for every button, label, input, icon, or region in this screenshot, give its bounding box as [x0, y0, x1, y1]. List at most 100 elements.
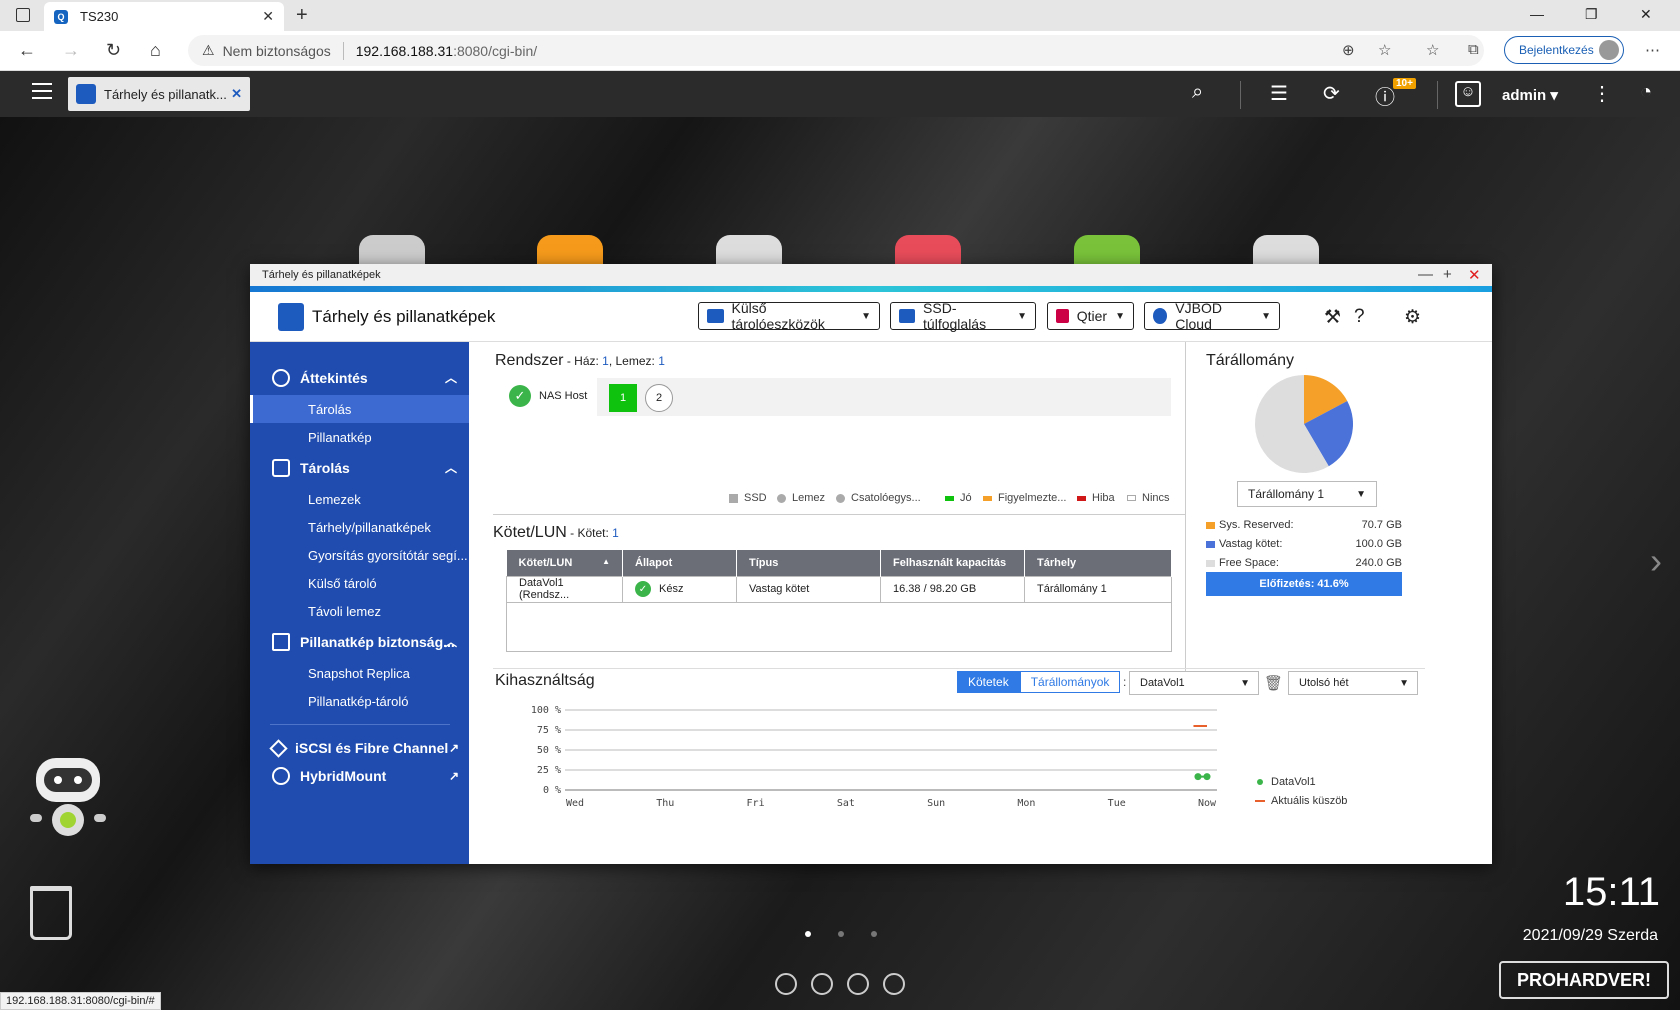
diagnostics-icon[interactable]: ⚒ — [1324, 306, 1341, 329]
sidebar-item-snapshot-replica[interactable]: Snapshot Replica — [250, 659, 469, 687]
tab-actions-icon[interactable] — [16, 8, 30, 22]
vjbod-button[interactable]: VJBOD Cloud ▼ — [1144, 300, 1280, 332]
col-volume[interactable]: Kötet/LUN ▲ — [506, 550, 623, 576]
qtier-button[interactable]: Qtier ▼ — [1047, 302, 1134, 330]
dock-icon-2[interactable] — [811, 973, 833, 995]
sidebar-item-disks[interactable]: Lemezek — [250, 485, 469, 513]
col-status[interactable]: Állapot — [622, 550, 737, 576]
search-icon[interactable]: ⌕ — [1192, 81, 1203, 104]
x-tick-label: Mon — [1017, 798, 1035, 809]
col-pool[interactable]: Tárhely — [1024, 550, 1172, 576]
chevron-up-icon: ︿ — [444, 371, 457, 385]
more-icon[interactable]: ⋯ — [1645, 41, 1660, 59]
sidebar-group-snapshot-backup[interactable]: Pillanatkép biztonság... ︿ — [250, 626, 469, 658]
settings-gear-icon[interactable]: ⚙ — [1404, 306, 1421, 329]
helpdesk-robot-icon[interactable] — [30, 756, 106, 846]
disk-slot-1[interactable]: 1 — [609, 384, 637, 412]
usage-chart: 100 % 75 % 50 % 25 % 0 % Wed Thu Fri Sat Sun Mon T… — [531, 705, 1217, 809]
volume-select[interactable]: DataVol1 ▼ — [1129, 671, 1259, 695]
ssd-icon — [899, 309, 916, 323]
dock-icon-1[interactable] — [775, 973, 797, 995]
dashboard-icon[interactable]: ◔ — [1640, 81, 1652, 104]
new-tab-icon[interactable]: + — [296, 4, 308, 27]
home-icon[interactable]: ⌂ — [150, 40, 161, 61]
col-type[interactable]: Típus — [736, 550, 881, 576]
disk-slot-2[interactable]: 2 — [645, 384, 673, 412]
sidebar-item-snapshot-overview[interactable]: Pillanatkép — [250, 423, 469, 451]
sidebar-item-cache[interactable]: Gyorsítás gyorsítótár segí... — [250, 541, 469, 569]
cell-type: Vastag kötet — [736, 575, 881, 603]
close-tab-icon[interactable]: ✕ — [262, 8, 274, 25]
tab-volumes[interactable]: Kötetek — [957, 671, 1020, 693]
pool-row-free: Free Space: 240.0 GB — [1206, 557, 1402, 569]
group-label: Tárolás — [300, 460, 350, 476]
sidebar-item-snapshot-vault[interactable]: Pillanatkép-tároló — [250, 687, 469, 715]
table-row[interactable]: DataVol1 (Rendsz... ✓ Kész Vastag kötet 1… — [506, 575, 1172, 603]
sidebar-item-remote-disk[interactable]: Távoli lemez — [250, 597, 469, 625]
data-point[interactable] — [1194, 773, 1202, 781]
provision-bar: Előfizetés: 41.6% — [1206, 572, 1402, 596]
item-label: Pillanatkép — [308, 429, 372, 445]
menu-icon[interactable] — [32, 83, 52, 104]
app-tab[interactable]: Tárhely és pillanatk... ✕ — [68, 77, 250, 111]
external-storage-button[interactable]: Külső tárolóeszközök ▼ — [698, 300, 880, 332]
dock-icon-3[interactable] — [847, 973, 869, 995]
nas-host[interactable]: ✓ NAS Host — [509, 385, 587, 407]
browser-tab[interactable]: Q TS230 ✕ — [44, 2, 284, 31]
sidebar-item-external[interactable]: Külső tároló — [250, 569, 469, 597]
minimize-icon[interactable]: — — [1530, 6, 1544, 22]
legend-warning: Figyelmezte... — [983, 492, 1066, 504]
dock-icon-4[interactable] — [883, 973, 905, 995]
forward-icon[interactable]: → — [62, 40, 80, 61]
tab-pools[interactable]: Tárállományok — [1019, 671, 1121, 693]
window-title: Tárhely és pillanatképek — [262, 269, 381, 281]
help-icon[interactable]: ? — [1354, 306, 1365, 328]
zoom-icon[interactable]: ⊕ — [1342, 41, 1355, 59]
tasks-icon[interactable]: ☰ — [1270, 81, 1288, 106]
row-label: Free Space: — [1219, 557, 1279, 569]
sidebar-group-storage[interactable]: Tárolás ︿ — [250, 452, 469, 484]
close-app-icon[interactable]: ✕ — [231, 86, 242, 102]
favorites-icon[interactable]: ☆ — [1426, 41, 1439, 59]
page-dot-2[interactable] — [838, 931, 844, 937]
favorite-add-icon[interactable]: ☆ — [1378, 41, 1391, 59]
sidebar-item-storage-overview[interactable]: Tárolás — [250, 395, 469, 423]
sidebar-item-storage-snapshots[interactable]: Tárhely/pillanatképek — [250, 513, 469, 541]
sync-icon[interactable]: ⟳ — [1323, 81, 1340, 106]
user-menu[interactable]: admin ▾ — [1502, 86, 1558, 104]
trash-icon[interactable]: 🗑 — [1264, 674, 1283, 692]
volumes-label: Kötet/LUN — [493, 524, 567, 541]
next-page-icon[interactable]: › — [1650, 540, 1662, 582]
legend-label: DataVol1 — [1271, 776, 1316, 788]
pool-select[interactable]: Tárállomány 1 ▼ — [1237, 481, 1377, 507]
info-icon[interactable]: ⓘ — [1375, 81, 1395, 110]
y-tick-label: 25 % — [537, 765, 561, 776]
sidebar-group-overview[interactable]: Áttekintés ︿ — [250, 362, 469, 394]
range-select[interactable]: Utolsó hét ▼ — [1288, 671, 1418, 695]
item-label: Pillanatkép-tároló — [308, 693, 409, 709]
storage-logo-icon — [278, 302, 304, 331]
maximize-window-icon[interactable]: + — [1443, 266, 1452, 283]
maximize-icon[interactable]: ❐ — [1585, 6, 1598, 23]
pool-panel: Tárállomány Tárállomány 1 ▼ Sys. Reserved… — [1185, 342, 1492, 672]
options-icon[interactable]: ⋮ — [1592, 81, 1612, 106]
pool-select-value: Tárállomány 1 — [1248, 487, 1325, 501]
collections-icon[interactable]: ⧉ — [1468, 41, 1479, 58]
minimize-window-icon[interactable]: — — [1418, 266, 1433, 283]
check-icon: ✓ — [635, 581, 651, 597]
data-point[interactable] — [1203, 773, 1211, 781]
reload-icon[interactable]: ↻ — [106, 40, 121, 61]
col-used[interactable]: Felhasznált kapacitás — [880, 550, 1025, 576]
url-field[interactable]: ⚠ Nem biztonságos 192.168.188.31:8080/cg… — [188, 35, 1484, 66]
close-window-icon[interactable]: ✕ — [1640, 6, 1652, 23]
trash-icon[interactable] — [30, 886, 72, 940]
chevron-up-icon: ︿ — [444, 461, 457, 475]
page-dot-1[interactable] — [805, 931, 811, 937]
user-icon[interactable]: ☺ — [1455, 81, 1481, 107]
back-icon[interactable]: ← — [18, 40, 36, 61]
close-window-app-icon[interactable]: ✕ — [1468, 266, 1481, 284]
ssd-overprovision-button[interactable]: SSD-túlfoglalás ▼ — [890, 300, 1036, 332]
sidebar-item-hybridmount[interactable]: HybridMount ↗ — [250, 760, 469, 792]
login-button[interactable]: Bejelentkezés — [1504, 36, 1624, 64]
page-dot-3[interactable] — [871, 931, 877, 937]
